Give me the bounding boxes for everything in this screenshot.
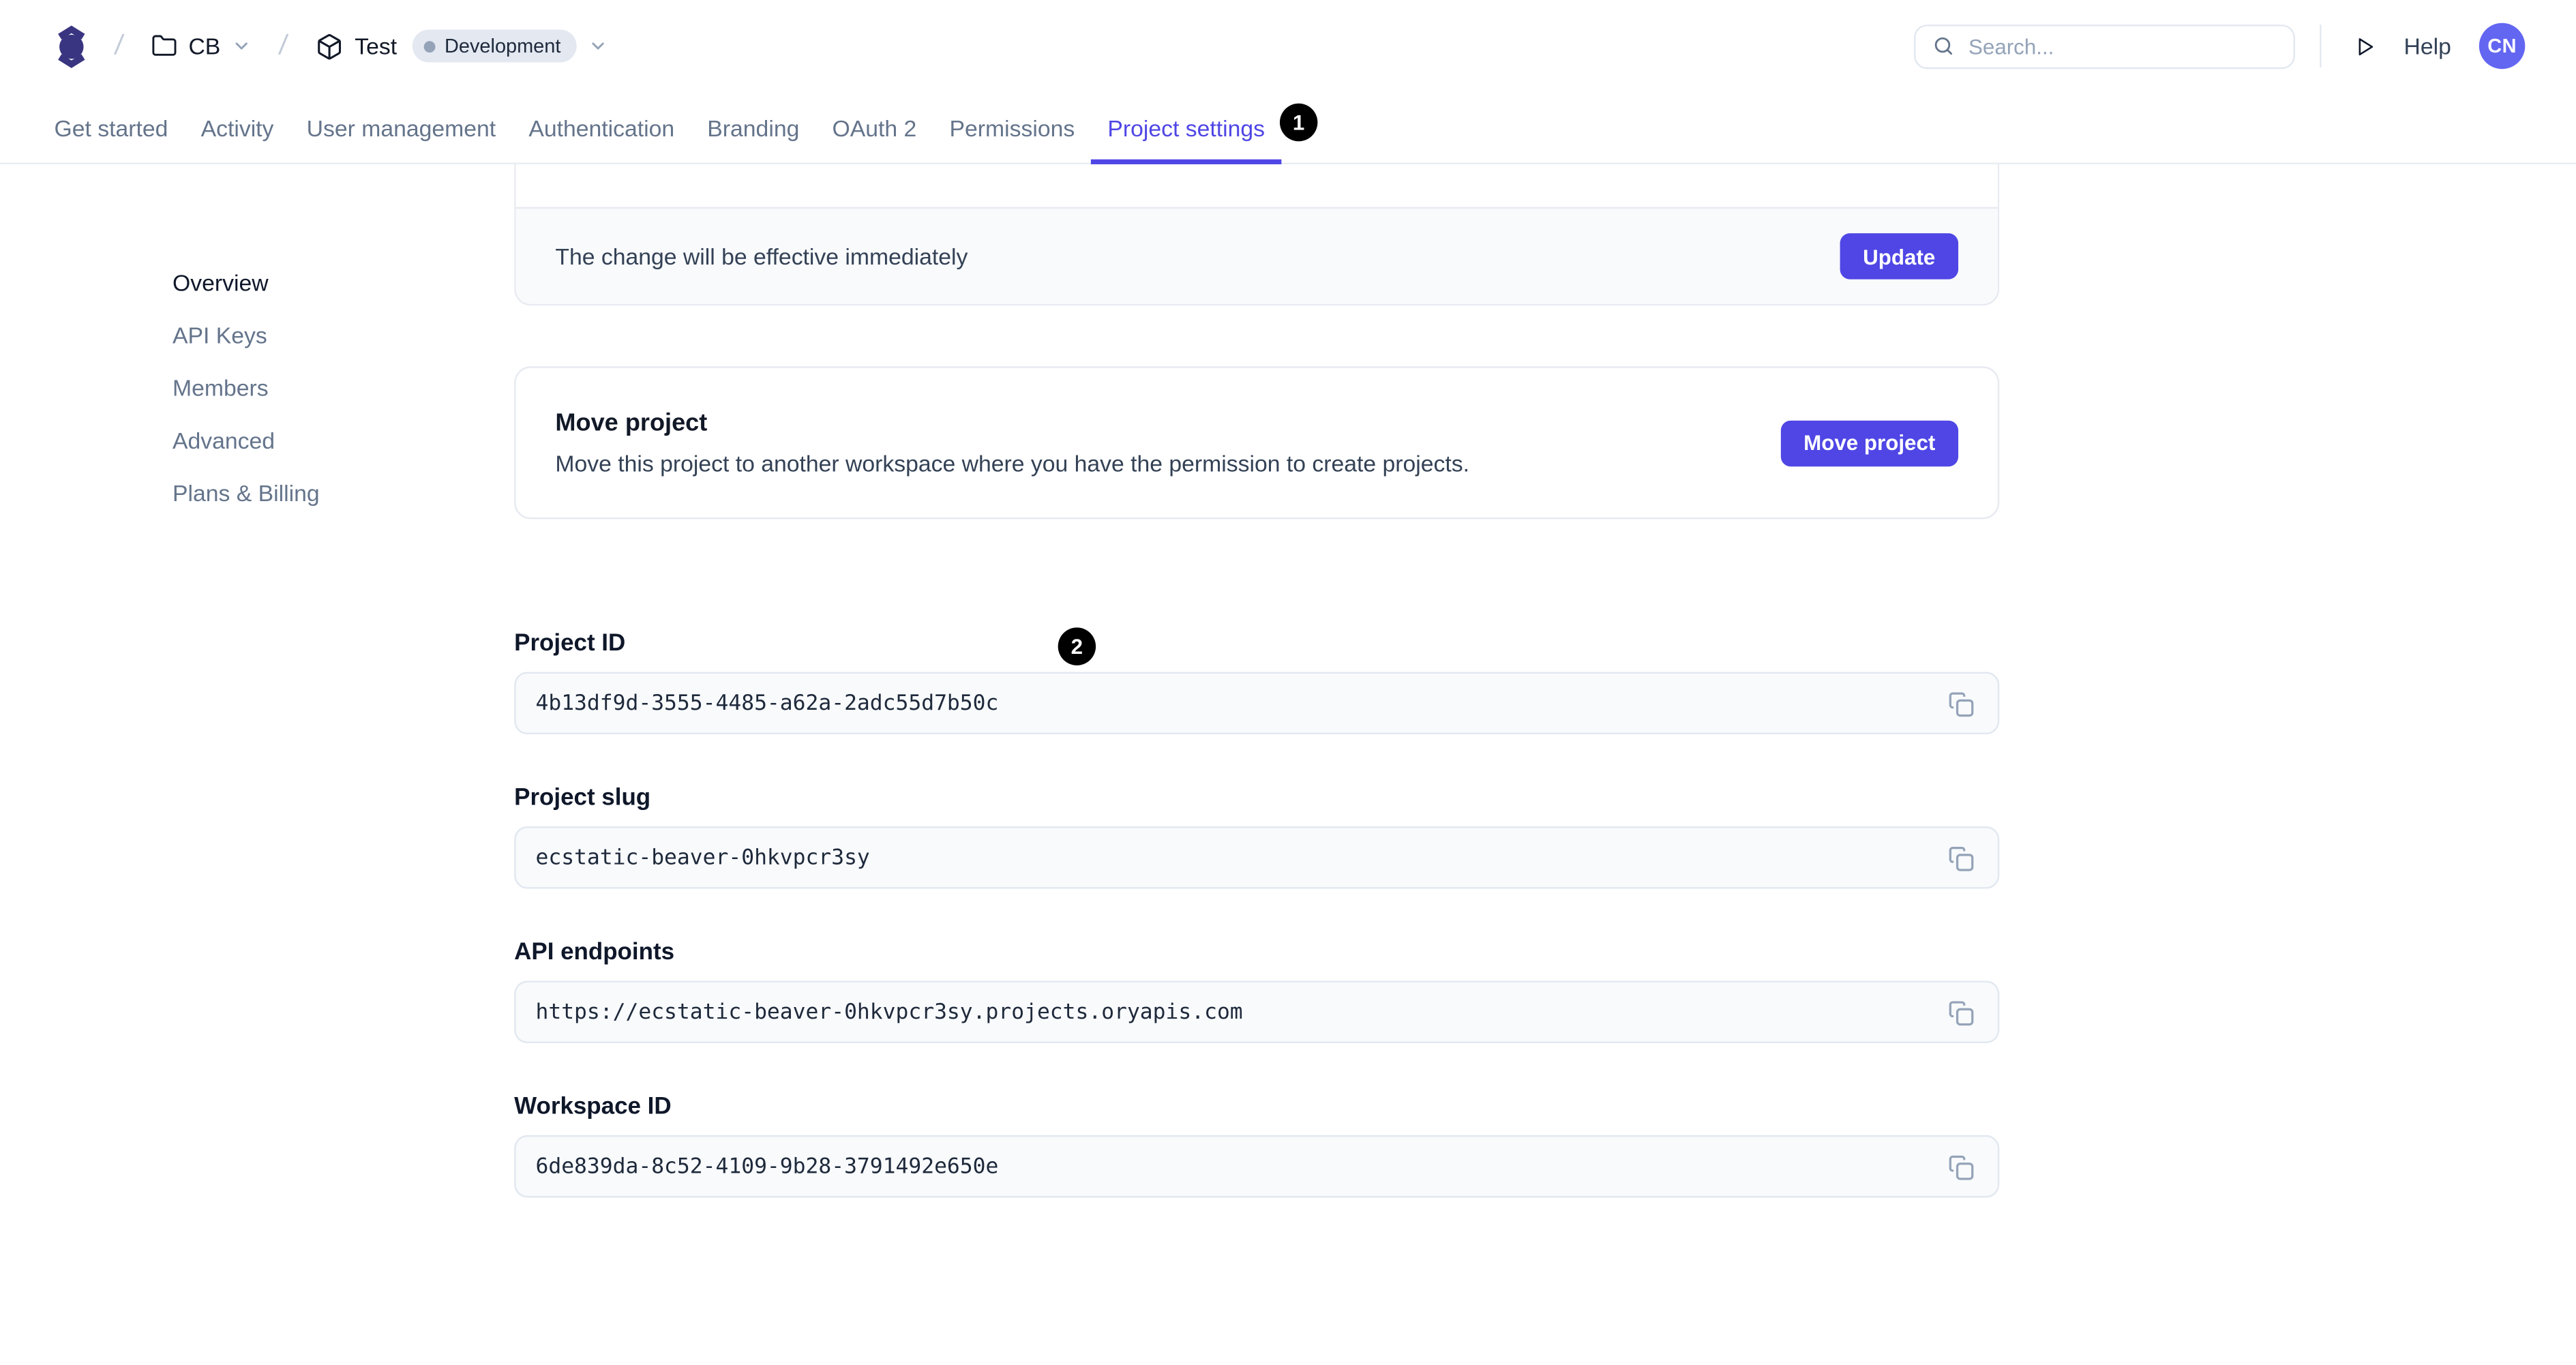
search-box[interactable] — [1914, 23, 2296, 68]
workspace-id-value: 6de839da-8c52-4109-9b28-3791492e650e — [535, 1154, 999, 1179]
field-label: Workspace ID — [514, 1094, 672, 1121]
project-fields: Project ID 4b13df9d-3555-4485-a62a-2adc5… — [514, 627, 2000, 1198]
move-project-button[interactable]: Move project — [1780, 419, 1959, 466]
move-project-title: Move project — [555, 408, 708, 437]
tab-activity[interactable]: Activity — [184, 92, 290, 163]
tab-authentication[interactable]: Authentication — [512, 92, 691, 163]
breadcrumb-separator: / — [278, 29, 290, 61]
tab-user-management[interactable]: User management — [290, 92, 513, 163]
avatar[interactable]: CN — [2478, 22, 2526, 70]
project-name: Test — [355, 33, 398, 59]
header-actions: Help CN — [1914, 22, 2526, 70]
update-card-footer: The change will be effective immediately… — [515, 209, 1998, 304]
copy-icon[interactable] — [1943, 995, 1978, 1030]
ory-console-logo-icon[interactable] — [56, 24, 87, 68]
workspace-name: CB — [188, 33, 221, 59]
tab-permissions[interactable]: Permissions — [933, 92, 1091, 163]
copy-icon[interactable] — [1943, 840, 1978, 875]
play-icon[interactable] — [2346, 27, 2384, 65]
environment-badge: Development — [411, 29, 578, 63]
tab-oauth2[interactable]: OAuth 2 — [815, 92, 933, 163]
update-button[interactable]: Update — [1840, 233, 1959, 280]
annotation-badge-2: 2 — [1058, 627, 1096, 665]
help-link[interactable]: Help — [2404, 33, 2451, 59]
settings-main: The change will be effective immediately… — [514, 164, 2000, 1245]
folder-icon — [151, 33, 177, 59]
page: / CB / Test Development Search... Help C… — [0, 0, 2576, 1365]
project-id-value: 4b13df9d-3555-4485-a62a-2adc55d7b50c — [535, 691, 999, 716]
sidebar-item-plans-billing[interactable]: Plans & Billing — [173, 477, 514, 509]
field-label: Project slug — [514, 785, 651, 812]
move-project-card: Move project Move this project to anothe… — [514, 366, 2000, 520]
search-input[interactable] — [1968, 33, 2277, 59]
tab-get-started[interactable]: Get started — [38, 92, 184, 163]
sidebar-item-members[interactable]: Members — [173, 372, 514, 404]
field-workspace-id: Workspace ID 6de839da-8c52-4109-9b28-379… — [514, 1091, 2000, 1198]
tab-project-settings[interactable]: Project settings — [1091, 92, 1281, 164]
api-endpoints-input: https://ecstatic-beaver-0hkvpcr3sy.proje… — [514, 980, 2000, 1044]
sidebar: Overview API Keys Members Advanced Plans… — [0, 164, 514, 1245]
field-label: API endpoints — [514, 940, 675, 966]
move-project-text: Move project Move this project to anothe… — [555, 409, 1469, 477]
annotation-badge-1: 1 — [1279, 103, 1318, 142]
field-api-endpoints: API endpoints https://ecstatic-beaver-0h… — [514, 936, 2000, 1044]
search-icon — [1932, 35, 1956, 58]
package-icon — [315, 32, 343, 60]
sidebar-item-overview[interactable]: Overview — [173, 266, 514, 299]
tab-branding[interactable]: Branding — [691, 92, 815, 163]
environment-dot-icon — [423, 40, 435, 52]
update-card-body — [515, 164, 1998, 209]
header-divider — [2320, 25, 2322, 68]
project-switcher[interactable]: Test Development — [315, 29, 608, 63]
content: Overview API Keys Members Advanced Plans… — [0, 164, 2576, 1245]
project-slug-input: ecstatic-beaver-0hkvpcr3sy — [514, 826, 2000, 889]
copy-icon[interactable] — [1943, 1149, 1978, 1184]
update-message: The change will be effective immediately — [555, 243, 968, 270]
breadcrumb-separator: / — [113, 29, 125, 61]
workspace-id-input: 6de839da-8c52-4109-9b28-3791492e650e — [514, 1135, 2000, 1198]
copy-icon[interactable] — [1943, 686, 1978, 721]
field-label: Project ID — [514, 631, 626, 657]
chevron-down-icon — [232, 36, 252, 56]
api-endpoints-value: https://ecstatic-beaver-0hkvpcr3sy.proje… — [535, 1000, 1243, 1025]
sidebar-item-api-keys[interactable]: API Keys — [173, 318, 514, 351]
field-project-id: Project ID 4b13df9d-3555-4485-a62a-2adc5… — [514, 627, 2000, 735]
workspace-switcher[interactable]: CB — [151, 33, 252, 59]
update-card: The change will be effective immediately… — [514, 164, 2000, 306]
sidebar-item-advanced[interactable]: Advanced — [173, 424, 514, 457]
chevron-down-icon — [588, 36, 608, 56]
project-id-input: 4b13df9d-3555-4485-a62a-2adc55d7b50c — [514, 672, 2000, 735]
move-project-description: Move this project to another workspace w… — [555, 450, 1469, 477]
app-header: / CB / Test Development Search... Help C… — [0, 0, 2576, 92]
field-project-slug: Project slug ecstatic-beaver-0hkvpcr3sy — [514, 782, 2000, 889]
breadcrumb: / CB / Test Development — [56, 24, 608, 68]
environment-label: Development — [445, 34, 561, 58]
project-slug-value: ecstatic-beaver-0hkvpcr3sy — [535, 845, 870, 870]
